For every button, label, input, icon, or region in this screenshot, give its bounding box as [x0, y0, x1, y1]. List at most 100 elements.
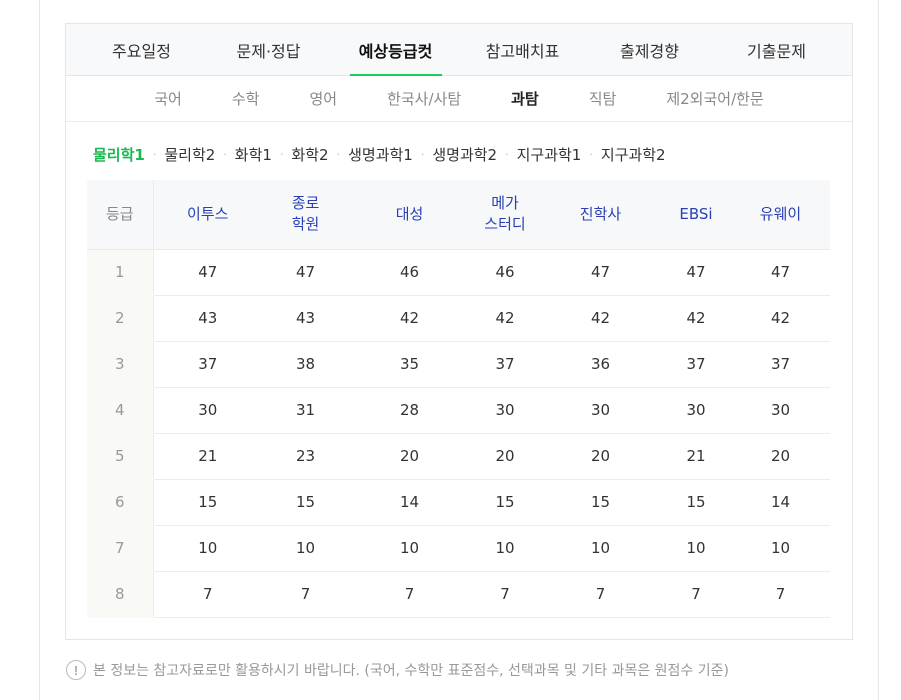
cut-score-cell: 10	[470, 525, 540, 572]
cut-score-cell: 42	[540, 295, 661, 342]
cut-score-cell: 47	[731, 249, 830, 296]
subject-item[interactable]: 지구과학2	[601, 144, 666, 165]
provider-name-line: 대성	[395, 204, 424, 223]
subject-item[interactable]: 화학2	[291, 144, 328, 165]
table-row: 87777777	[87, 571, 830, 618]
cut-score-cell: 10	[153, 525, 262, 572]
tab-sub-4[interactable]: 과탐	[486, 88, 564, 109]
tab-main-4[interactable]: 출제경향	[586, 24, 713, 75]
provider-column-header: 진학사	[540, 180, 661, 250]
subject-separator: ·	[152, 147, 157, 161]
cut-score-cell: 47	[661, 249, 731, 296]
cut-score-cell: 15	[661, 479, 731, 526]
cut-score-cell: 28	[349, 387, 470, 434]
cut-score-cell: 35	[349, 341, 470, 388]
cut-score-cell: 46	[349, 249, 470, 296]
subject-item[interactable]: 지구과학1	[517, 144, 582, 165]
cut-score-cell: 31	[262, 387, 349, 434]
cut-score-cell: 37	[153, 341, 262, 388]
tab-sub-5[interactable]: 직탐	[564, 88, 642, 109]
tab-sub-1[interactable]: 수학	[207, 88, 285, 109]
cut-score-cell: 30	[661, 387, 731, 434]
cut-score-cell: 21	[661, 433, 731, 480]
cut-score-cell: 14	[731, 479, 830, 526]
cut-score-cell: 7	[470, 571, 540, 618]
grade-cell: 7	[87, 525, 154, 572]
provider-column-header: EBSi	[661, 180, 731, 250]
tab-main-3[interactable]: 참고배치표	[459, 24, 586, 75]
cut-score-cell: 7	[731, 571, 830, 618]
table-row: 1 47 47 46 46 47 47 47	[87, 249, 830, 296]
subject-item[interactable]: 생명과학2	[432, 144, 497, 165]
cut-score-cell: 37	[731, 341, 830, 388]
cut-score-cell: 10	[349, 525, 470, 572]
provider-column-header: 유웨이	[731, 180, 830, 250]
table-body: 1 47 47 46 46 47 47 47 2 43 43 42 42 42 42 42 3 37 38 35 37 3…	[87, 249, 830, 618]
grade-column-header: 등급	[87, 180, 154, 250]
notice-text: 본 정보는 참고자료로만 활용하시기 바랍니다. (국어, 수학만 표준점수, …	[93, 663, 729, 679]
cut-score-cell: 47	[262, 249, 349, 296]
grade-cell: 1	[87, 249, 154, 296]
cut-score-cell: 36	[540, 341, 661, 388]
cut-score-cell: 10	[262, 525, 349, 572]
exclamation-circle-icon: !	[66, 660, 86, 680]
cut-score-cell: 20	[349, 433, 470, 480]
cut-score-cell: 42	[349, 295, 470, 342]
cut-score-cell: 20	[470, 433, 540, 480]
tab-main-5[interactable]: 기출문제	[713, 24, 840, 75]
cut-score-cell: 42	[661, 295, 731, 342]
cut-score-cell: 37	[661, 341, 731, 388]
tab-sub-3[interactable]: 한국사/사탐	[362, 88, 486, 109]
provider-name-line: 이투스	[187, 204, 229, 223]
provider-name-line: 진학사	[579, 204, 622, 223]
subject-item[interactable]: 물리학1	[93, 144, 145, 165]
subject-separator: ·	[589, 147, 593, 161]
subject-item[interactable]: 화학1	[235, 144, 272, 165]
grade-cell: 2	[87, 295, 154, 342]
cut-score-cell: 43	[153, 295, 262, 342]
provider-column-header: 종로 학원	[262, 180, 349, 250]
tab-sub-0[interactable]: 국어	[129, 88, 207, 109]
tab-main-0[interactable]: 주요일정	[78, 24, 205, 75]
subject-selector: 물리학1 · 물리학2 · 화학1 · 화학2 · 생명과학1 · 생명과학2 · 지구과학1 · 지구과학…	[93, 142, 666, 166]
subject-separator: ·	[279, 147, 284, 161]
grade-cell: 8	[87, 571, 154, 618]
tab-main-2[interactable]: 예상등급컷	[332, 24, 459, 75]
tab-sub-2[interactable]: 영어	[284, 88, 362, 109]
provider-name-line: 유웨이	[759, 204, 802, 223]
grade-cell: 4	[87, 387, 154, 434]
tab-sub-6[interactable]: 제2외국어/한문	[641, 88, 788, 109]
subject-area-tab-bar: 국어 수학 영어 한국사/사탐 과탐 직탐 제2외국어/한문	[66, 76, 852, 122]
table-row: 2 43 43 42 42 42 42 42	[87, 295, 830, 342]
grade-cell: 5	[87, 433, 154, 480]
cut-score-cell: 30	[540, 387, 661, 434]
cut-score-cell: 7	[661, 571, 731, 618]
table-row: 5 21 23 20 20 20 21 20	[87, 433, 830, 480]
cut-score-cell: 20	[540, 433, 661, 480]
cut-score-cell: 15	[153, 479, 262, 526]
cut-score-cell: 30	[153, 387, 262, 434]
cut-score-cell: 15	[262, 479, 349, 526]
grade-cell: 3	[87, 341, 154, 388]
provider-column-header: 메가 스터디	[470, 180, 540, 250]
cut-score-cell: 15	[540, 479, 661, 526]
cut-score-cell: 7	[262, 571, 349, 618]
subject-item[interactable]: 물리학2	[164, 144, 215, 165]
cut-score-cell: 38	[262, 341, 349, 388]
table-row: 4 30 31 28 30 30 30 30	[87, 387, 830, 434]
cut-score-cell: 30	[470, 387, 540, 434]
table-header-row: 등급 이투스 종로 학원 대성 메가 스터디 진학사 EBSi 유웨이	[87, 180, 830, 250]
grade-cut-panel: 주요일정 문제·정답 예상등급컷 참고배치표 출제경향 기출문제 국어 수학 영어 한국사/사탐…	[65, 23, 853, 640]
subject-separator: ·	[505, 147, 509, 161]
cut-score-cell: 46	[470, 249, 540, 296]
subject-separator: ·	[336, 147, 341, 161]
subject-separator: ·	[223, 147, 227, 161]
cut-score-cell: 10	[661, 525, 731, 572]
tab-main-1[interactable]: 문제·정답	[205, 24, 332, 75]
grade-cell: 6	[87, 479, 154, 526]
cut-score-cell: 43	[262, 295, 349, 342]
main-tab-bar: 주요일정 문제·정답 예상등급컷 참고배치표 출제경향 기출문제	[66, 24, 852, 76]
subject-item[interactable]: 생명과학1	[348, 144, 413, 165]
cut-score-cell: 7	[349, 571, 470, 618]
provider-name-line: EBSi	[679, 204, 713, 223]
